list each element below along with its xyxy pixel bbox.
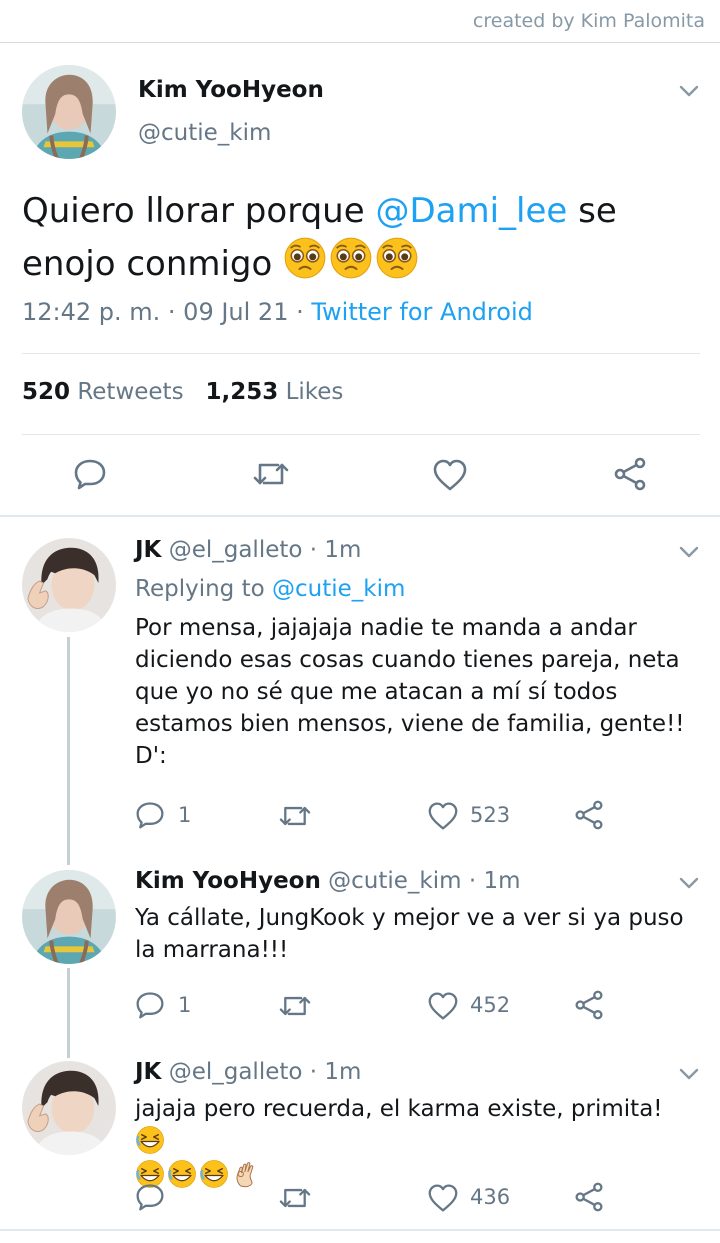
author-handle[interactable]: @cutie_kim [138, 120, 271, 146]
divider [22, 434, 700, 435]
thread-line [67, 637, 70, 865]
reply-icon[interactable] [135, 990, 165, 1020]
reply-author-handle[interactable]: @cutie_kim · 1m [321, 868, 520, 894]
like-count: 523 [470, 803, 511, 827]
retweet-icon[interactable] [277, 801, 313, 831]
reply-author-name[interactable]: JK [135, 537, 161, 563]
likes-label[interactable]: Likes [278, 379, 344, 405]
retweet-icon[interactable] [277, 1183, 313, 1213]
reply-text: Ya cállate, JungKook y mejor ve a ver si… [135, 905, 684, 963]
like-icon[interactable] [432, 458, 468, 492]
share-icon[interactable] [573, 800, 605, 830]
reply-header: Kim YooHyeon @cutie_kim · 1m [135, 868, 521, 894]
reply-header: JK @el_galleto · 1m [135, 1059, 361, 1085]
avatar[interactable] [22, 870, 116, 964]
like-icon[interactable] [427, 1183, 459, 1213]
ok-hand-emoji [231, 1159, 261, 1189]
reply-icon[interactable] [135, 800, 165, 830]
chevron-down-icon[interactable] [679, 84, 699, 98]
likes-count[interactable]: 1,253 [206, 379, 279, 405]
reply-author-name[interactable]: Kim YooHyeon [135, 868, 321, 894]
thread-line [67, 968, 70, 1058]
share-icon[interactable] [573, 1182, 605, 1212]
tweet-meta: 12:42 p. m. · 09 Jul 21 · Twitter for An… [22, 298, 533, 326]
credit-label: created by Kim Palomita [472, 10, 705, 32]
pleading-face-emoji [283, 236, 327, 280]
tweet-timestamp: 12:42 p. m. · 09 Jul 21 · [22, 298, 312, 326]
avatar[interactable] [22, 538, 116, 632]
replying-to: Replying to @cutie_kim [135, 576, 405, 602]
reply-count: 1 [178, 993, 192, 1017]
section-divider [0, 1229, 720, 1231]
reply-author-handle[interactable]: @el_galleto · 1m [161, 1059, 362, 1085]
section-divider [0, 515, 720, 517]
like-count: 452 [470, 993, 511, 1017]
retweet-icon[interactable] [251, 457, 291, 491]
reply-author-handle[interactable]: @el_galleto · 1m [161, 537, 362, 563]
avatar[interactable] [22, 65, 116, 159]
reply-text: Por mensa, jajajaja nadie te manda a and… [135, 615, 685, 769]
retweets-label[interactable]: Retweets [70, 379, 183, 405]
reply-text: jajaja pero recuerda, el karma existe, p… [135, 1093, 695, 1193]
avatar[interactable] [22, 1061, 116, 1155]
reply-count: 1 [178, 803, 192, 827]
chevron-down-icon[interactable] [679, 1067, 699, 1081]
reply-header: JK @el_galleto · 1m [135, 537, 361, 563]
share-icon[interactable] [573, 990, 605, 1020]
reply-author-name[interactable]: JK [135, 1059, 161, 1085]
pleading-face-emoji [375, 236, 419, 280]
chevron-down-icon[interactable] [679, 876, 699, 890]
pleading-face-emoji [329, 236, 373, 280]
share-icon[interactable] [612, 457, 648, 491]
reply-icon[interactable] [135, 1182, 165, 1212]
grinning-squinting-emoji [167, 1159, 197, 1189]
mention-link[interactable]: @cutie_kim [272, 576, 405, 602]
mention-link[interactable]: @Dami_lee [375, 191, 567, 231]
like-icon[interactable] [427, 991, 459, 1021]
chevron-down-icon[interactable] [679, 545, 699, 559]
reply-text-body: jajaja pero recuerda, el karma existe, p… [135, 1096, 663, 1122]
header-divider [0, 42, 720, 43]
grinning-squinting-emoji [135, 1125, 165, 1155]
reply-icon[interactable] [73, 457, 107, 491]
tweet-source-link[interactable]: Twitter for Android [311, 298, 532, 326]
retweets-count[interactable]: 520 [22, 379, 70, 405]
retweet-icon[interactable] [277, 991, 313, 1021]
like-icon[interactable] [427, 801, 459, 831]
like-count: 436 [470, 1185, 511, 1209]
tweet-text: Quiero llorar porque @Dami_lee se enojo … [22, 186, 702, 289]
author-name[interactable]: Kim YooHyeon [138, 77, 324, 103]
tweet-stats: 520 Retweets 1,253 Likes [22, 379, 343, 405]
divider [22, 353, 700, 354]
grinning-squinting-emoji [199, 1159, 229, 1189]
replying-to-label: Replying to [135, 576, 272, 602]
tweet-text-before: Quiero llorar porque [22, 191, 376, 231]
